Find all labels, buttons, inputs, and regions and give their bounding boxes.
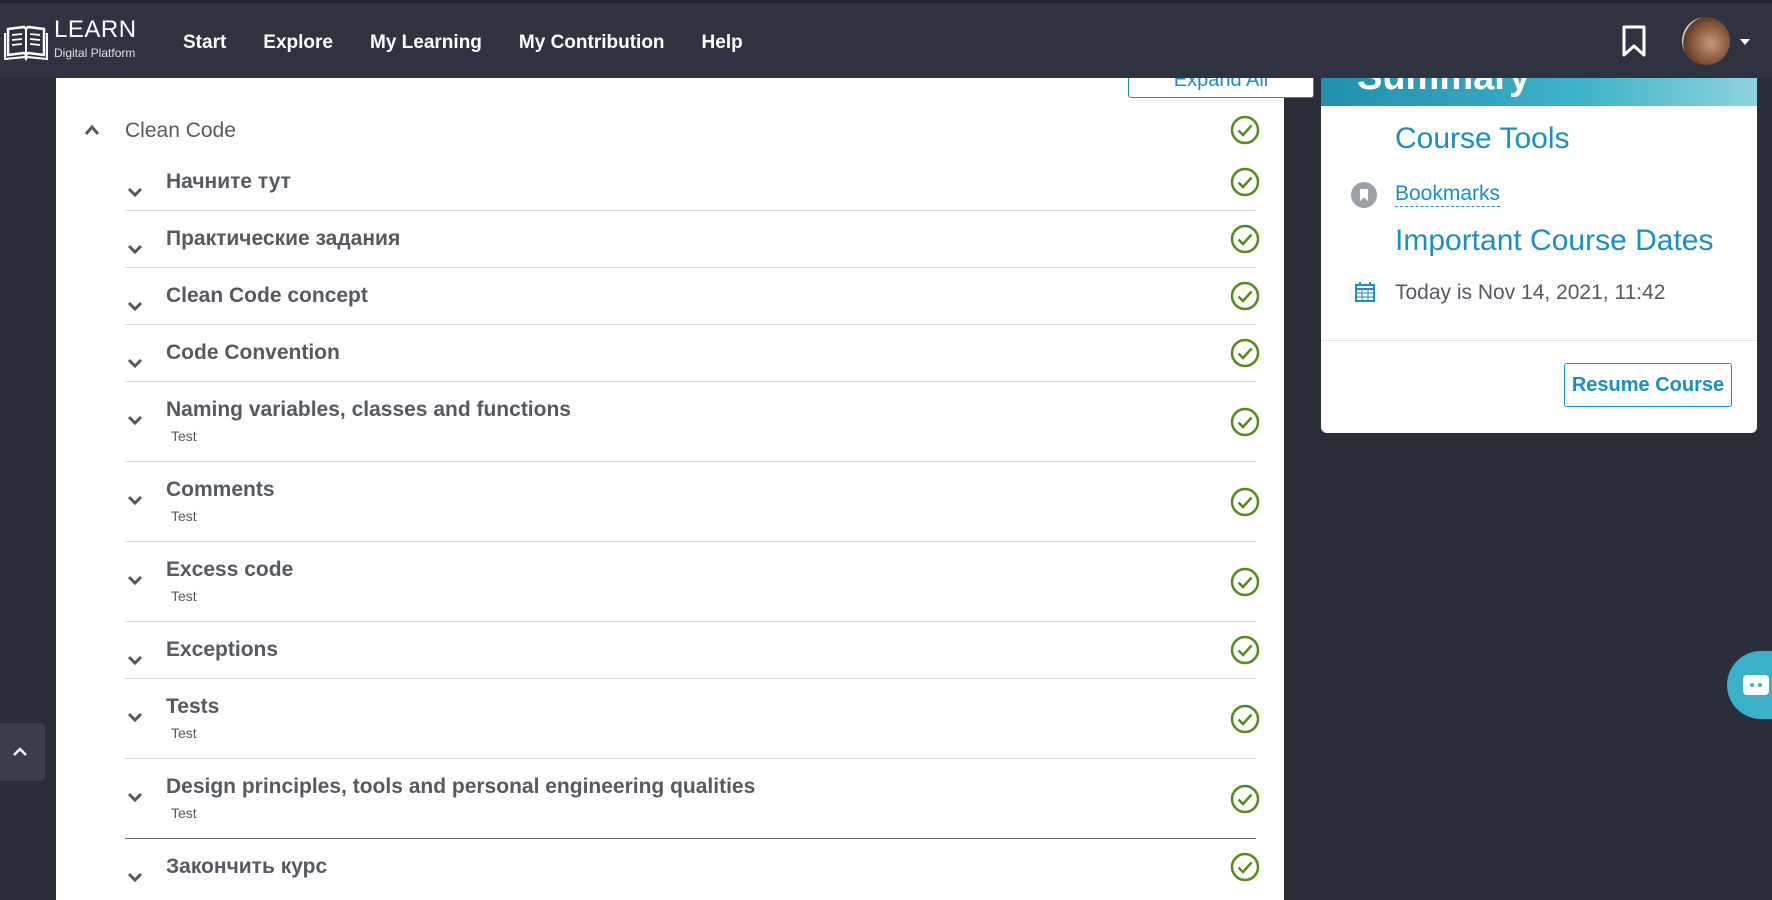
chevron-down-icon[interactable]: [127, 655, 143, 665]
outline-row-subtitle: Test: [171, 805, 197, 821]
logo[interactable]: LEARN Digital Platform: [4, 17, 137, 61]
nav-help[interactable]: Help: [702, 32, 743, 54]
check-circle-icon: [1230, 635, 1260, 665]
chevron-down-icon[interactable]: [127, 712, 143, 722]
logo-title: LEARN: [54, 16, 137, 43]
outline-row[interactable]: Comments Test: [125, 462, 1260, 542]
chat-button[interactable]: [1727, 651, 1772, 719]
main-nav: Start Explore My Learning My Contributio…: [183, 32, 780, 54]
chevron-down-icon[interactable]: [127, 575, 143, 585]
divider: [1321, 340, 1757, 341]
outline-row[interactable]: Tests Test: [125, 679, 1260, 759]
outline-row-title[interactable]: Design principles, tools and personal en…: [166, 775, 755, 799]
outline-row-title[interactable]: Закончить курс: [166, 855, 327, 879]
outline-row-subtitle: Test: [171, 725, 197, 741]
book-icon: [4, 25, 48, 61]
outline-row-title[interactable]: Начните тут: [166, 170, 291, 194]
summary-banner: Summary: [1321, 78, 1757, 106]
bookmark-icon: [1351, 182, 1377, 208]
chevron-down-icon[interactable]: [127, 358, 143, 368]
chevron-down-icon[interactable]: [127, 301, 143, 311]
chevron-down-icon[interactable]: [127, 495, 143, 505]
check-circle-icon: [1230, 407, 1260, 437]
chevron-down-icon[interactable]: [127, 187, 143, 197]
calendar-icon: [1355, 282, 1375, 302]
avatar[interactable]: [1682, 17, 1730, 65]
course-outline: Expand All Clean Code Начните тут Практич…: [56, 68, 1314, 900]
check-circle-icon: [1230, 338, 1260, 368]
check-circle-icon: [1230, 704, 1260, 734]
outline-row[interactable]: Exceptions: [125, 622, 1260, 679]
resume-course-button[interactable]: Resume Course: [1564, 363, 1732, 407]
outline-row[interactable]: Закончить курс: [125, 839, 1260, 896]
outline-row-title[interactable]: Практические задания: [166, 227, 400, 251]
outline-row-subtitle: Test: [171, 588, 197, 604]
course-summary-card: Summary Course Tools Bookmarks Important…: [1321, 78, 1757, 433]
chevron-up-icon[interactable]: [84, 124, 100, 136]
chevron-down-icon[interactable]: [127, 244, 143, 254]
outline-row-title[interactable]: Comments: [166, 478, 275, 502]
chat-icon: [1743, 675, 1769, 695]
nav-explore[interactable]: Explore: [263, 32, 333, 54]
scroll-top-button[interactable]: [0, 723, 45, 781]
outline-row-title[interactable]: Tests: [166, 695, 219, 719]
top-header: LEARN Digital Platform Start Explore My …: [0, 0, 1772, 78]
nav-start[interactable]: Start: [183, 32, 226, 54]
outline-row[interactable]: Практические задания: [125, 211, 1260, 268]
banner-text: Summary: [1357, 78, 1530, 99]
outline-row-title[interactable]: Clean Code concept: [166, 284, 368, 308]
outline-row-title[interactable]: Excess code: [166, 558, 293, 582]
outline-row-title[interactable]: Exceptions: [166, 638, 278, 662]
outline-row[interactable]: Code Convention: [125, 325, 1260, 382]
check-circle-icon: [1230, 567, 1260, 597]
check-circle-icon: [1230, 487, 1260, 517]
caret-down-icon[interactable]: [1740, 39, 1750, 45]
nav-my-learning[interactable]: My Learning: [370, 32, 482, 54]
outline-row-title[interactable]: Naming variables, classes and functions: [166, 398, 571, 422]
outline-row-subtitle: Test: [171, 508, 197, 524]
outline-row[interactable]: Excess code Test: [125, 542, 1260, 622]
check-circle-icon: [1230, 852, 1260, 882]
nav-my-contribution[interactable]: My Contribution: [519, 32, 665, 54]
outline-row[interactable]: Design principles, tools and personal en…: [125, 759, 1260, 839]
bookmark-outline-icon[interactable]: [1620, 25, 1648, 57]
chevron-up-icon: [13, 747, 27, 756]
bookmarks-link[interactable]: Bookmarks: [1395, 182, 1501, 207]
chevron-down-icon[interactable]: [127, 415, 143, 425]
chevron-down-icon[interactable]: [127, 792, 143, 802]
check-circle-icon: [1230, 167, 1260, 197]
outline-row[interactable]: Clean Code concept: [125, 268, 1260, 325]
check-circle-icon: [1230, 281, 1260, 311]
course-tools-heading: Course Tools: [1395, 122, 1570, 155]
important-dates-heading: Important Course Dates: [1395, 224, 1714, 257]
check-circle-icon: [1230, 115, 1260, 145]
section-title: Clean Code: [125, 119, 236, 142]
chevron-down-icon[interactable]: [127, 872, 143, 882]
outline-row[interactable]: Начните тут: [125, 154, 1260, 211]
outline-row[interactable]: Naming variables, classes and functions T…: [125, 382, 1260, 462]
logo-subtitle: Digital Platform: [54, 46, 136, 60]
section-header[interactable]: Clean Code: [56, 106, 1260, 154]
check-circle-icon: [1230, 784, 1260, 814]
check-circle-icon: [1230, 224, 1260, 254]
outline-row-subtitle: Test: [171, 428, 197, 444]
outline-row-title[interactable]: Code Convention: [166, 341, 340, 365]
today-date: Today is Nov 14, 2021, 11:42: [1395, 281, 1666, 304]
